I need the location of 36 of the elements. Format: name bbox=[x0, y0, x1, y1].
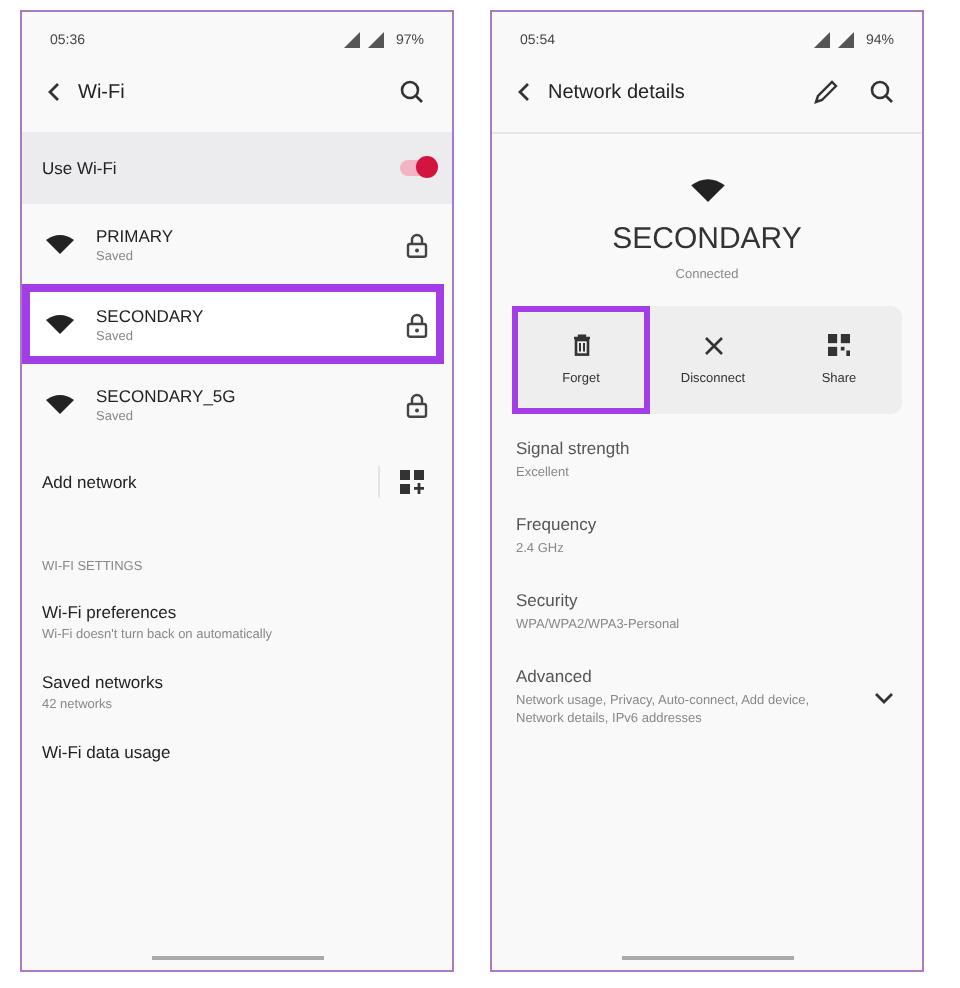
lock-icon bbox=[406, 311, 428, 337]
setting-title[interactable]: Wi-Fi data usage bbox=[42, 742, 432, 762]
wifi-icon bbox=[689, 178, 725, 202]
qr-code-icon[interactable] bbox=[400, 470, 424, 494]
setting-title[interactable]: Wi-Fi preferences bbox=[42, 602, 432, 622]
setting-title[interactable]: Saved networks bbox=[42, 672, 432, 692]
lock-icon bbox=[406, 231, 428, 257]
pencil-icon[interactable] bbox=[814, 80, 838, 104]
close-icon bbox=[703, 335, 723, 355]
detail-title: Signal strength bbox=[516, 438, 632, 458]
use-wifi-row[interactable]: Use Wi-Fi bbox=[22, 132, 452, 204]
wifi-icon bbox=[46, 314, 74, 334]
back-icon[interactable] bbox=[516, 82, 532, 102]
search-icon[interactable] bbox=[400, 80, 424, 104]
qr-code-icon bbox=[828, 334, 850, 356]
detail-title: Advanced bbox=[516, 666, 594, 687]
network-name: SECONDARY bbox=[96, 305, 204, 325]
wifi-icon bbox=[46, 234, 74, 254]
search-icon[interactable] bbox=[870, 80, 894, 104]
add-network-label[interactable]: Add network bbox=[42, 472, 137, 492]
network-name: PRIMARY bbox=[96, 225, 174, 245]
detail-title: Frequency bbox=[516, 514, 599, 535]
lock-icon bbox=[406, 391, 428, 417]
chevron-down-icon[interactable] bbox=[874, 691, 894, 703]
signal-icon bbox=[813, 32, 858, 48]
detail-title: Security bbox=[516, 590, 580, 611]
use-wifi-label: Use Wi-Fi bbox=[42, 158, 119, 178]
back-icon[interactable] bbox=[46, 82, 62, 102]
screen-title: Network details bbox=[548, 81, 685, 103]
wifi-toggle[interactable] bbox=[400, 160, 436, 176]
signal-icon bbox=[343, 32, 388, 48]
network-name: SECONDARY_5G bbox=[96, 385, 236, 405]
screen-title: Wi-Fi bbox=[78, 81, 125, 103]
trash-icon bbox=[571, 334, 591, 356]
wifi-icon bbox=[46, 394, 74, 414]
network-name: SECONDARY bbox=[612, 222, 802, 256]
